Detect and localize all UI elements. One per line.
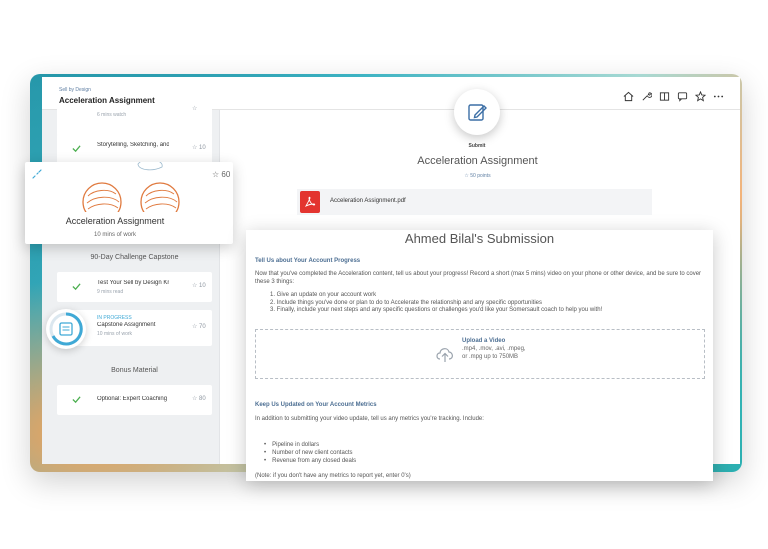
check-icon: [72, 396, 81, 404]
item-points: ☆ 10: [192, 283, 206, 289]
status-badge: IN PROGRESS: [97, 315, 132, 321]
progress-indicator: [46, 309, 86, 349]
document-icon: [59, 322, 73, 336]
video-upload-dropzone[interactable]: Upload a Video .mp4, .mov, .avi, .mpeg, …: [255, 329, 705, 379]
list-item[interactable]: Storytelling, Sketching, and ☆ 10: [57, 134, 212, 164]
upload-icon: [436, 348, 453, 362]
submit-label: Submit: [468, 143, 486, 149]
brand-label: Sell by Design: [59, 87, 91, 93]
card-points: ☆ 60: [212, 170, 231, 179]
pdf-icon: [300, 191, 320, 213]
metric-item: Number of new client contacts: [264, 449, 356, 457]
star-icon[interactable]: [695, 91, 706, 102]
upload-title: Upload a Video: [462, 338, 506, 344]
metric-item: Pipeline in dollars: [264, 441, 356, 449]
metric-item: Revenue from any closed deals: [264, 457, 356, 465]
sparkle-icon: [32, 169, 42, 179]
submission-title: Ahmed Bilal's Submission: [404, 231, 555, 246]
upload-formats: .mp4, .mov, .avi, .mpeg, or .mpg up to 7…: [462, 346, 526, 360]
attachment-row[interactable]: Acceleration Assignment.pdf: [297, 189, 652, 215]
item-subtitle: 10 mins of work: [97, 331, 133, 337]
edit-icon: [468, 104, 487, 121]
notes-icon[interactable]: [659, 91, 670, 102]
item-title: Optional: Expert Coaching: [97, 396, 168, 402]
page-title: Acceleration Assignment: [59, 96, 155, 105]
list-item[interactable]: 6 mins watch ☆: [57, 106, 212, 136]
assignment-title: Acceleration Assignment: [417, 155, 538, 167]
list-item[interactable]: Optional: Expert Coaching ☆ 80: [57, 385, 212, 415]
item-points: ☆ 70: [192, 324, 206, 330]
wrench-icon[interactable]: [641, 91, 652, 102]
check-icon: [72, 283, 81, 291]
item-subtitle: 6 mins watch: [97, 112, 127, 118]
item-title: Storytelling, Sketching, and: [97, 142, 169, 148]
check-icon: [72, 145, 81, 153]
instruction-step: 1. Give an update on your account work: [270, 292, 377, 298]
home-icon[interactable]: [623, 91, 634, 102]
submit-button[interactable]: [454, 89, 500, 135]
section-label-capstone: 90-Day Challenge Capstone: [90, 254, 179, 261]
instruction-step: 3. Finally, include your next steps and …: [270, 307, 603, 313]
item-points: ☆ 10: [192, 145, 206, 151]
header-toolbar: [623, 91, 724, 102]
item-title: Capstone Assignment: [97, 322, 156, 328]
points-label: ☆ 50 points: [464, 173, 491, 179]
progress-ring-icon: [49, 312, 83, 346]
item-points: ☆ 80: [192, 396, 206, 402]
submission-panel: Ahmed Bilal's Submission Tell Us about Y…: [246, 230, 713, 481]
list-item[interactable]: Test Your Sell by Design Knowledge 9 min…: [57, 272, 212, 302]
card-title: Acceleration Assignment: [65, 216, 165, 226]
instructions-text: Now that you've completed the Accelerati…: [255, 271, 702, 285]
metrics-note: (Note: if you don't have any metrics to …: [255, 473, 411, 479]
item-points: ☆: [192, 106, 198, 112]
section-heading: Tell Us about Your Account Progress: [255, 258, 361, 264]
attachment-name: Acceleration Assignment.pdf: [330, 198, 406, 204]
instruction-step: 2. Include things you've done or plan to…: [270, 299, 542, 306]
item-title: Test Your Sell by Design Knowledge: [97, 280, 169, 286]
metrics-list: Pipeline in dollars Number of new client…: [264, 441, 356, 465]
section-label-bonus: Bonus Material: [111, 367, 158, 374]
card-subtitle: 10 mins of work: [93, 232, 136, 238]
metrics-intro: In addition to submitting your video upd…: [255, 416, 484, 422]
sketch-illustration-icon: [82, 162, 180, 212]
section-heading: Keep Us Updated on Your Account Metrics: [255, 402, 377, 408]
instructions-list: 1. Give an update on your account work 2…: [270, 292, 700, 315]
item-subtitle: 9 mins read: [97, 289, 124, 295]
assignment-card[interactable]: Acceleration Assignment 10 mins of work …: [25, 162, 233, 244]
chat-icon[interactable]: [677, 91, 688, 102]
more-icon[interactable]: [713, 91, 724, 102]
